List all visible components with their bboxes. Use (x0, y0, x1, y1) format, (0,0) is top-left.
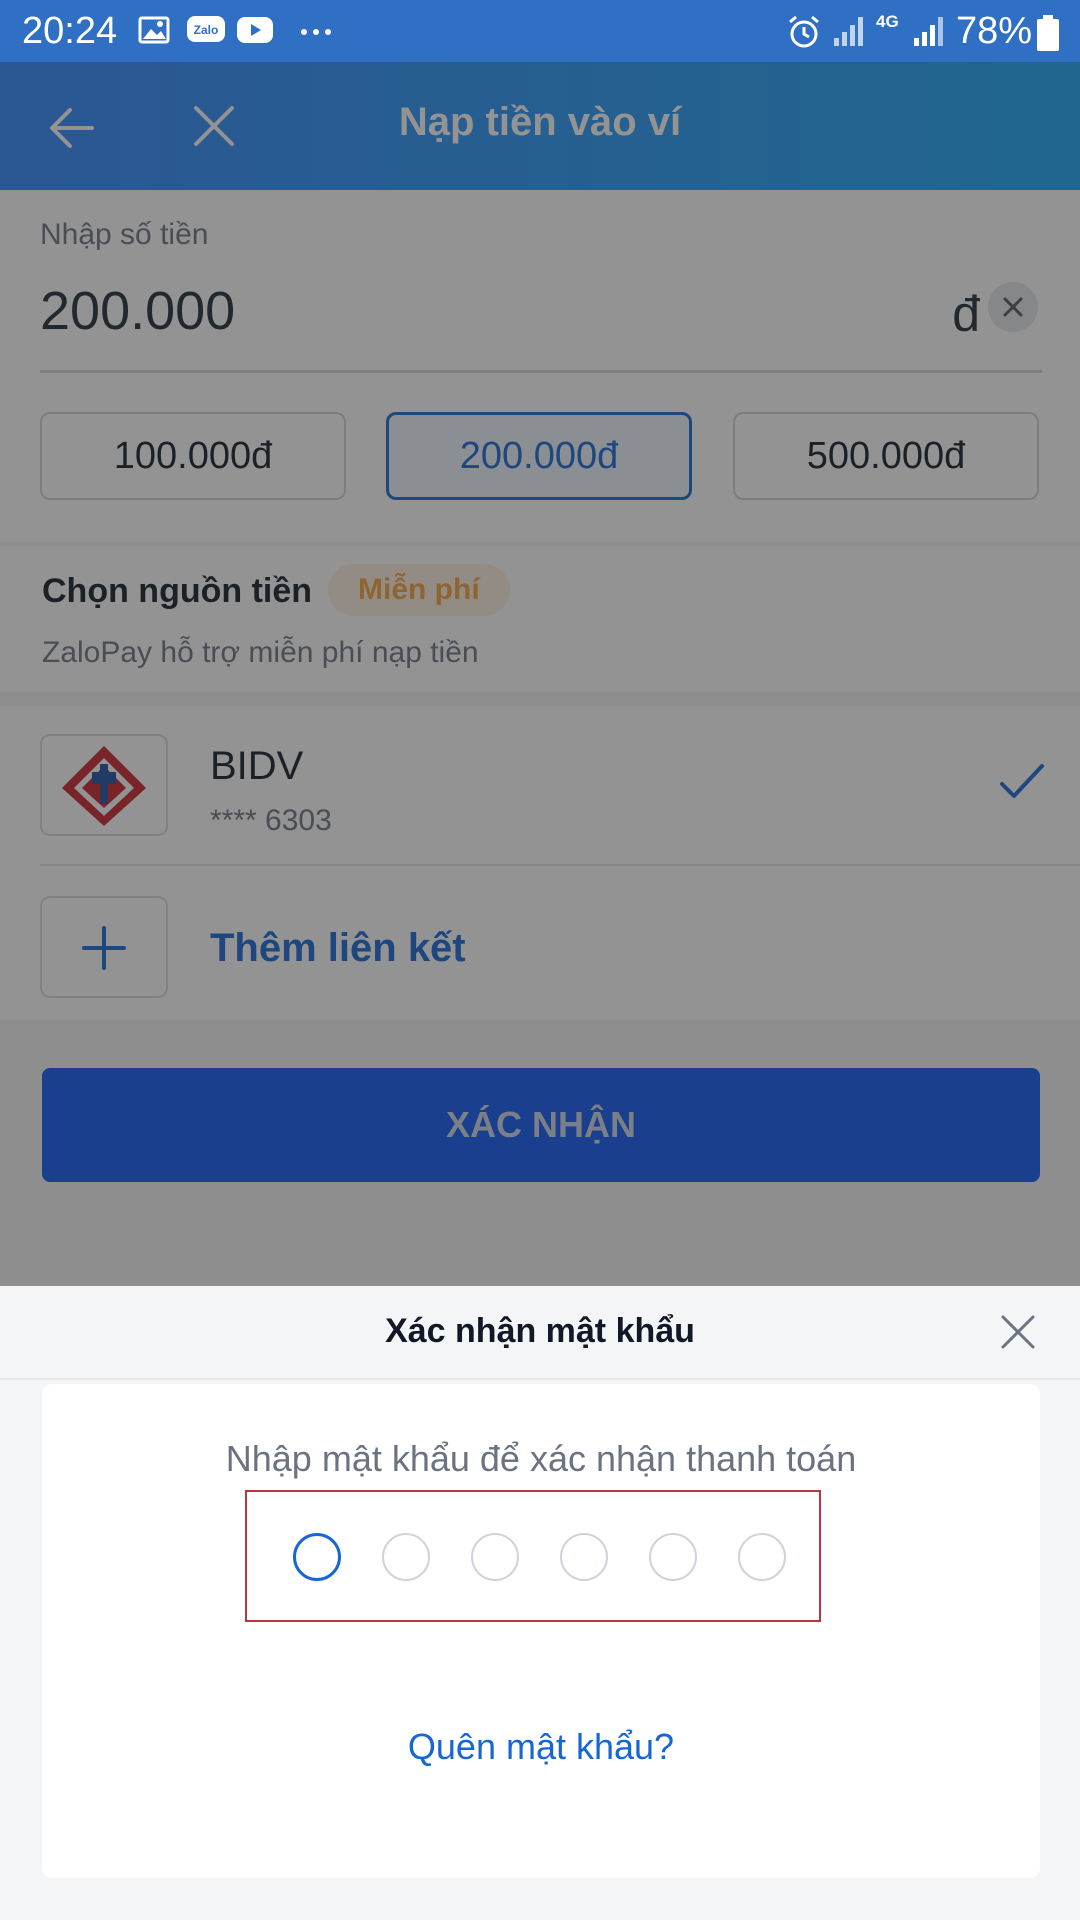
source-description: ZaloPay hỗ trợ miễn phí nạp tiền (42, 636, 479, 669)
status-bar: 20:24 Zalo 4G 78% (0, 0, 1080, 62)
more-icon (301, 29, 331, 35)
svg-text:Zalo: Zalo (194, 23, 219, 37)
add-link-label[interactable]: Thêm liên kết (210, 926, 466, 971)
source-list: BIDV **** 6303 Thêm liên kết (0, 706, 1080, 1020)
currency-symbol: đ (952, 286, 980, 342)
sheet-title: Xác nhận mật khẩu (385, 1312, 695, 1350)
signal-icon (834, 17, 863, 46)
quick-amount-chip-selected[interactable]: 200.000đ (386, 412, 692, 500)
free-badge: Miễn phí (328, 564, 510, 616)
close-icon[interactable] (1000, 1314, 1036, 1350)
checkmark-icon (1000, 764, 1044, 798)
bank-account-number: **** 6303 (210, 804, 332, 837)
divider (40, 864, 1080, 866)
pin-dot (471, 1533, 519, 1581)
sheet-card: Nhập mật khẩu để xác nhận thanh toán Quê… (42, 1384, 1040, 1878)
page-title: Nạp tiền vào ví (398, 100, 682, 144)
plus-icon (82, 926, 126, 970)
amount-section: Nhập số tiền 200.000 đ 100.000đ 200.000đ… (0, 190, 1080, 542)
gallery-icon (138, 16, 170, 44)
amount-input[interactable]: 200.000 (40, 280, 235, 342)
source-title: Chọn nguồn tiền (42, 572, 313, 610)
battery-icon (1037, 15, 1059, 51)
bidv-logo (40, 734, 168, 836)
pin-dot (649, 1533, 697, 1581)
forgot-password-link[interactable]: Quên mật khẩu? (42, 1726, 1040, 1768)
clear-amount-button[interactable] (988, 282, 1038, 332)
pin-dot-active (293, 1533, 341, 1581)
amount-label: Nhập số tiền (40, 218, 209, 251)
bidv-logo-icon (62, 746, 146, 826)
pin-dot (560, 1533, 608, 1581)
battery-level: 78% (956, 10, 1033, 52)
page-content: Nhập số tiền 200.000 đ 100.000đ 200.000đ… (0, 190, 1080, 1290)
pin-input[interactable] (245, 1490, 821, 1622)
signal-icon (914, 17, 943, 46)
password-instruction: Nhập mật khẩu để xác nhận thanh toán (225, 1438, 857, 1479)
status-time: 20:24 (22, 10, 118, 52)
add-link-button[interactable] (40, 896, 168, 998)
app-bar: Nạp tiền vào ví (0, 62, 1080, 190)
source-header: Chọn nguồn tiền Miễn phí ZaloPay hỗ trợ … (0, 546, 1080, 692)
youtube-icon (237, 17, 273, 43)
zalo-icon: Zalo (187, 16, 225, 42)
password-sheet: Xác nhận mật khẩu Nhập mật khẩu để xác n… (0, 1286, 1080, 1920)
network-type: 4G (876, 12, 899, 31)
confirm-button[interactable]: XÁC NHẬN (42, 1068, 1040, 1182)
pin-dot (738, 1533, 786, 1581)
close-icon (1003, 297, 1023, 317)
sheet-header: Xác nhận mật khẩu (0, 1286, 1080, 1380)
amount-underline (40, 370, 1042, 373)
pin-dot (382, 1533, 430, 1581)
quick-amount-chip[interactable]: 100.000đ (40, 412, 346, 500)
alarm-icon (789, 15, 819, 48)
bank-name[interactable]: BIDV (210, 744, 303, 789)
quick-amount-chip[interactable]: 500.000đ (733, 412, 1039, 500)
